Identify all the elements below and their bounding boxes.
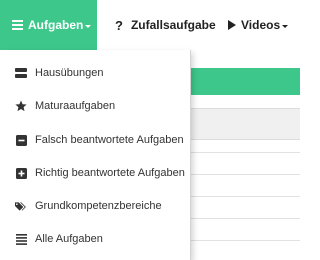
table-header-row [190,108,300,140]
caret-down-icon [85,24,92,28]
nav-zufallsaufgabe-link[interactable]: ? Zufallsaufgabe [115,0,216,50]
hdd-icon [15,67,27,79]
table-row-divider [190,152,300,153]
menu-item-label: Falsch beantwortete Aufgaben [35,134,184,146]
star-icon [15,100,27,112]
tags-icon [15,200,27,212]
top-navbar: Aufgaben ? Zufallsaufgabe Videos [0,0,300,50]
table-row-divider [190,218,300,219]
menu-item-alle-aufgaben[interactable]: Alle Aufgaben [0,224,190,254]
nav-videos-label: Videos [241,18,281,32]
menu-item-label: Hausübungen [35,67,104,79]
list-icon [15,233,27,245]
menu-item-label: Richtig beantwortete Aufgaben [35,167,185,179]
nav-videos-button[interactable]: Videos [228,0,289,50]
page-header-bar [190,68,300,95]
list-icon [12,20,23,30]
caret-down-icon [282,24,289,28]
question-icon: ? [115,17,123,33]
minus-square-icon [15,134,27,146]
nav-aufgaben-button[interactable]: Aufgaben [0,0,97,50]
play-icon [228,20,236,30]
menu-item-falsch-beantwortet[interactable]: Falsch beantwortete Aufgaben [0,125,190,155]
menu-item-label: Alle Aufgaben [35,233,103,245]
menu-item-richtig-beantwortet[interactable]: Richtig beantwortete Aufgaben [0,158,190,188]
menu-item-grundkompetenzbereiche[interactable]: Grundkompetenzbereiche [0,191,190,221]
plus-square-icon [15,167,27,179]
menu-item-hausuebungen[interactable]: Hausübungen [0,58,190,88]
aufgaben-dropdown-menu: Hausübungen Maturaaufgaben Falsch beantw… [0,50,191,260]
menu-item-label: Grundkompetenzbereiche [35,200,162,212]
nav-zufallsaufgabe-label: Zufallsaufgabe [130,18,216,32]
table-row-divider [190,240,300,241]
nav-aufgaben-label: Aufgaben [28,18,84,32]
menu-item-maturaaufgaben[interactable]: Maturaaufgaben [0,91,190,121]
table-row-divider [190,174,300,175]
menu-item-label: Maturaaufgaben [35,100,116,112]
table-row-divider [190,196,300,197]
